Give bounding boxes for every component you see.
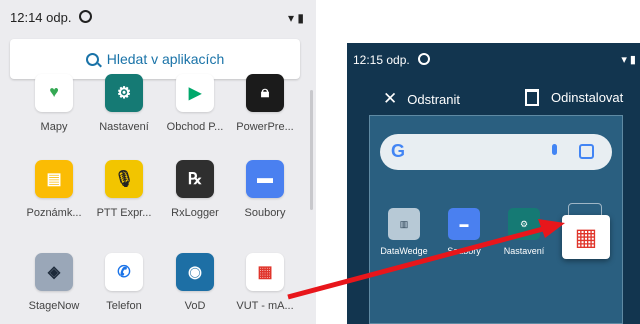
arrow-line <box>287 226 544 300</box>
arrow-head <box>538 219 565 238</box>
drag-arrow <box>287 219 565 300</box>
